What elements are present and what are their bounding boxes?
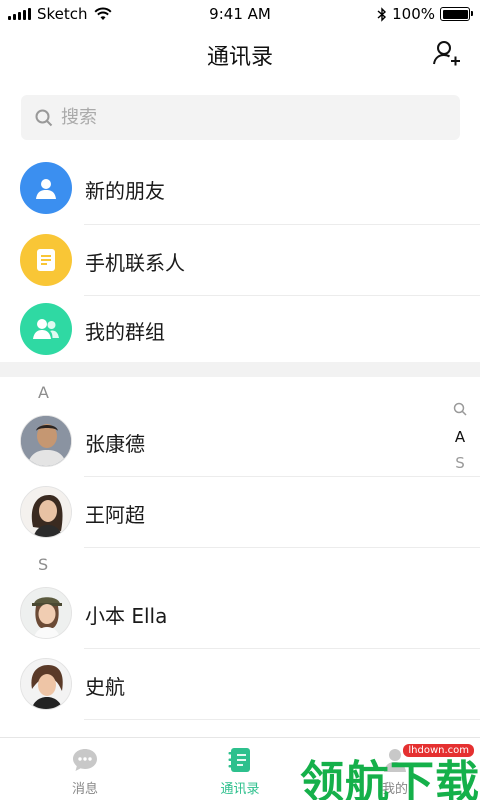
add-friend-icon[interactable]: [432, 38, 462, 68]
bluetooth-icon: [377, 6, 387, 22]
contact-name: 王阿超: [85, 503, 145, 527]
battery-percent: 100%: [392, 5, 435, 23]
contact-name: 史航: [85, 675, 125, 699]
watermark-logo: lhdown.com 领航下载: [300, 740, 480, 800]
contacts-book-icon: [228, 748, 250, 772]
menu-item-my-groups[interactable]: 我的群组: [0, 294, 480, 364]
divider: [84, 547, 480, 548]
watermark-text: 领航下载: [300, 757, 480, 800]
menu-item-phone-contacts[interactable]: 手机联系人: [0, 225, 480, 295]
avatar-female-icon: [20, 658, 72, 710]
contact-row[interactable]: 史航: [0, 649, 480, 719]
status-bar: Sketch 9:41 AM 100%: [0, 0, 480, 28]
contact-row[interactable]: 张康德: [0, 406, 480, 476]
alphabet-index[interactable]: A S: [452, 400, 468, 474]
tab-messages[interactable]: 消息: [5, 738, 165, 800]
menu-item-new-friends[interactable]: 新的朋友: [0, 153, 480, 223]
battery-icon: [440, 7, 473, 21]
tab-contacts[interactable]: 通讯录: [160, 738, 320, 800]
index-letter-a[interactable]: A: [455, 426, 465, 448]
section-header-a: A: [38, 383, 49, 402]
avatar-female-icon: [20, 486, 72, 538]
page-title: 通讯录: [206, 45, 273, 70]
search-icon: [35, 109, 53, 126]
tab-label: 消息: [71, 782, 98, 797]
contact-row[interactable]: 王阿超: [0, 477, 480, 547]
contact-name: 小本 Ella: [85, 604, 168, 628]
person-icon: [20, 162, 72, 214]
document-icon: [20, 234, 72, 286]
menu-item-label: 手机联系人: [85, 251, 185, 275]
menu-item-label: 新的朋友: [85, 179, 165, 203]
section-header-s: S: [38, 555, 49, 574]
contact-name: 张康德: [85, 432, 145, 456]
index-letter-s[interactable]: S: [455, 452, 465, 474]
search-index-icon[interactable]: [453, 400, 467, 422]
avatar-female-icon: [20, 587, 72, 639]
status-right: 100%: [377, 5, 473, 23]
contact-row[interactable]: 小本 Ella: [0, 578, 480, 648]
search-input[interactable]: [61, 107, 421, 128]
group-icon: [20, 303, 72, 355]
section-separator: [0, 362, 480, 377]
avatar-male-icon: [20, 415, 72, 467]
divider: [84, 719, 480, 720]
menu-item-label: 我的群组: [85, 320, 165, 344]
search-box[interactable]: [21, 95, 460, 140]
chat-icon: [73, 749, 97, 771]
nav-bar: 通讯录: [0, 28, 480, 78]
tab-label: 通讯录: [220, 782, 260, 797]
